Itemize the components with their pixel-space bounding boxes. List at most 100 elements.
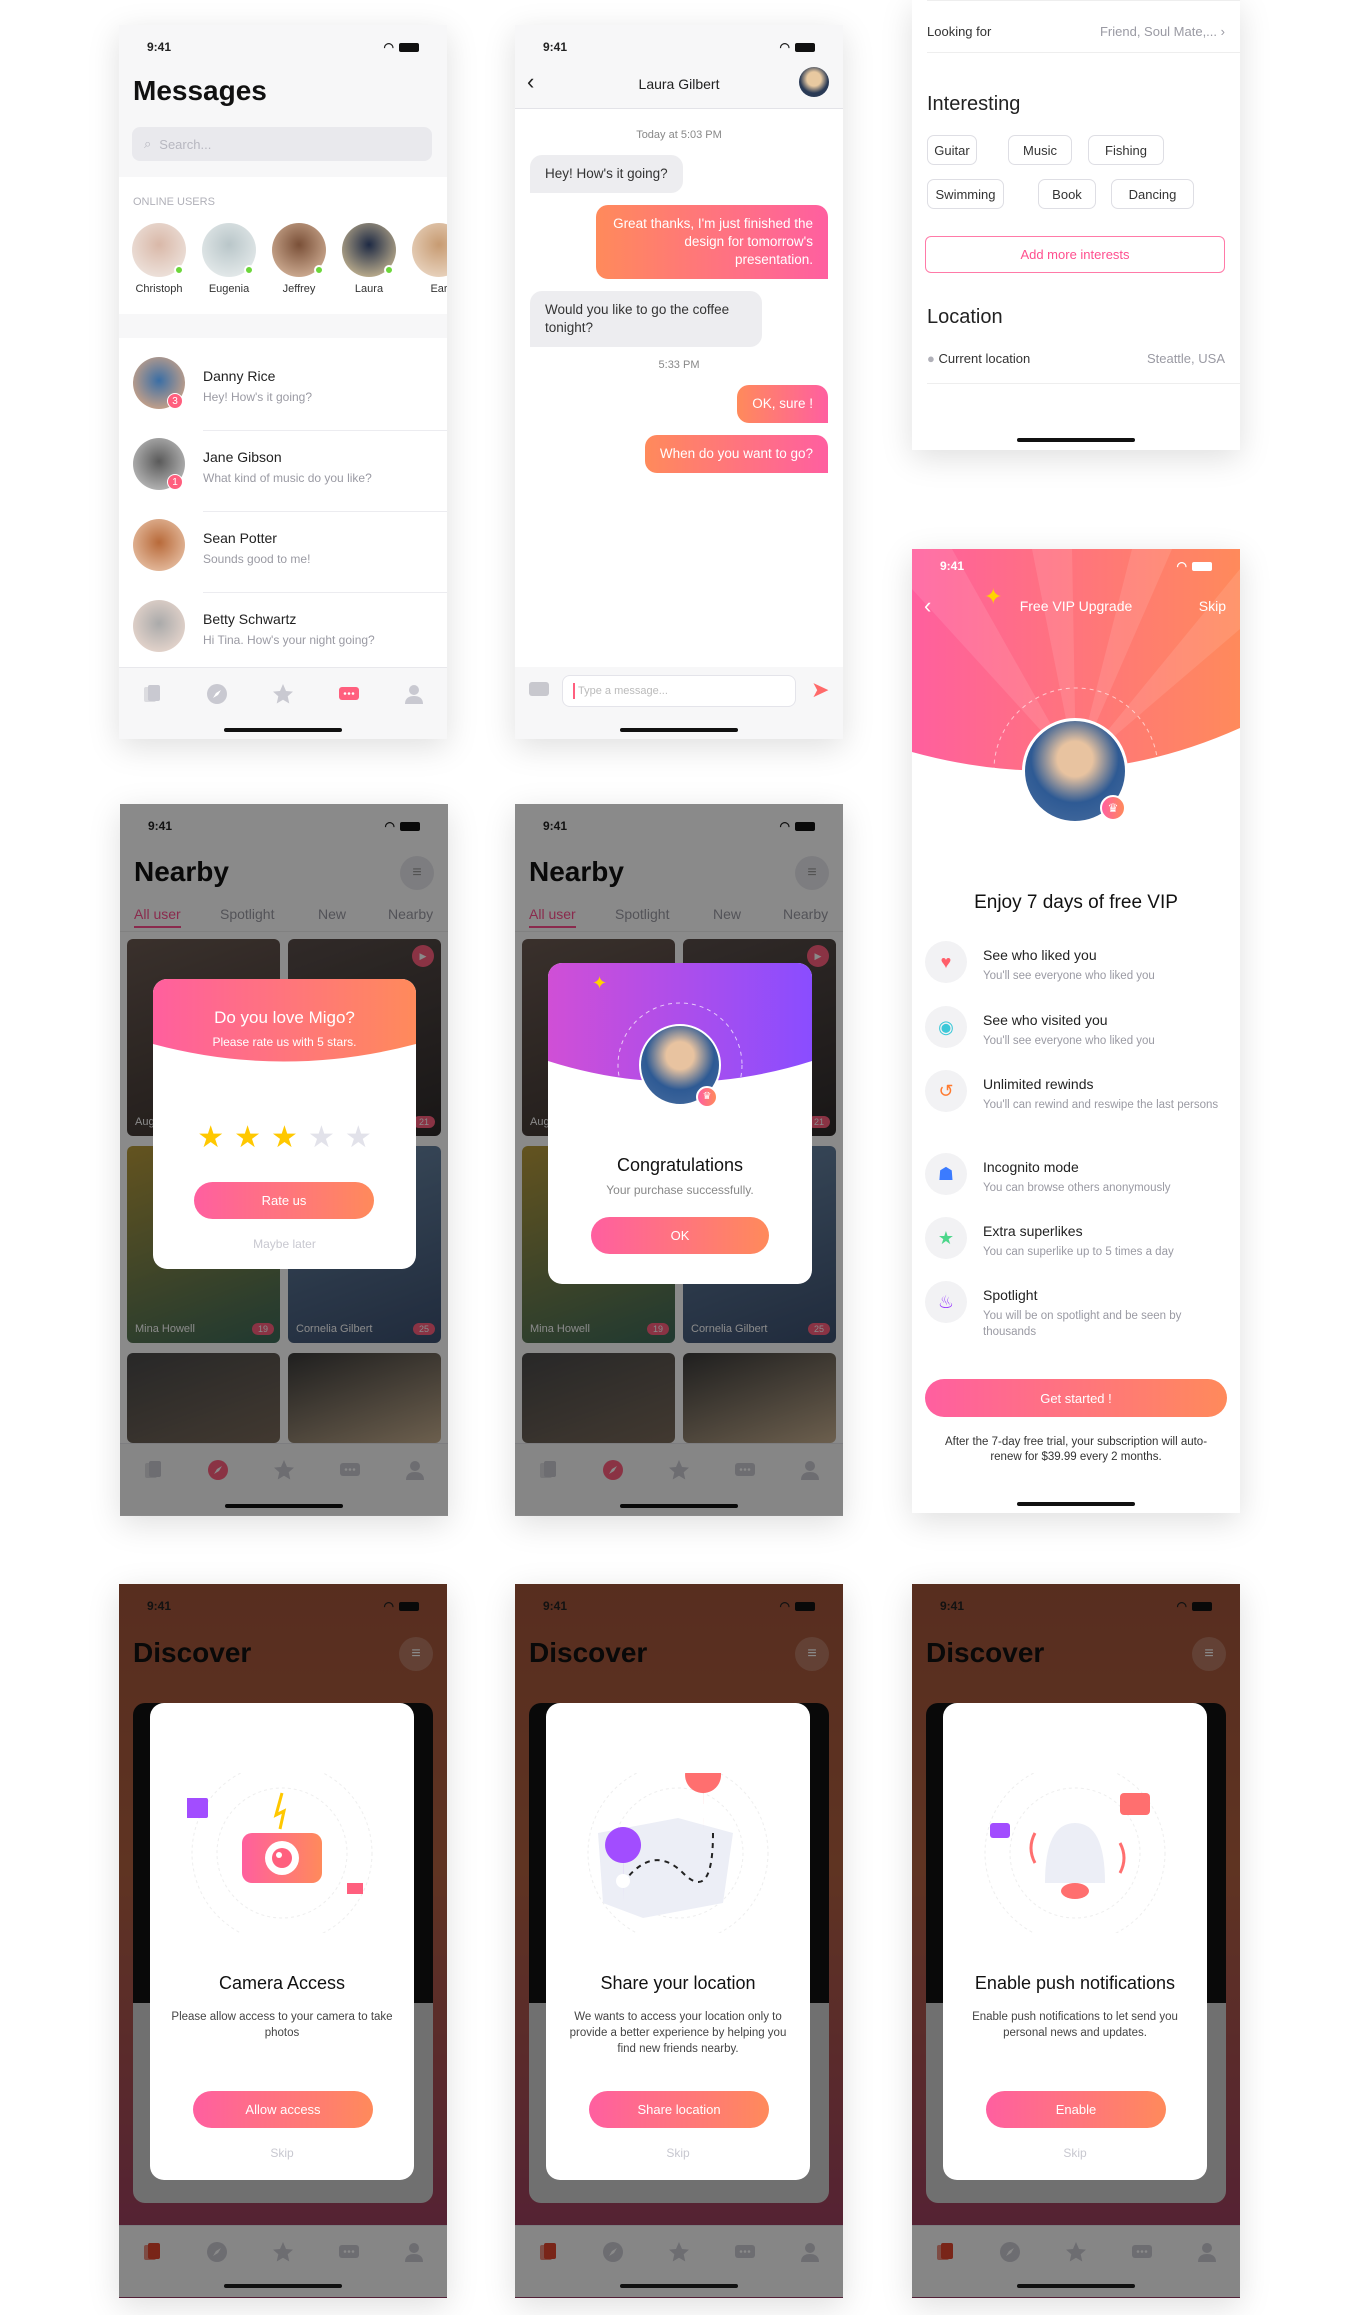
conversation-name: Jane Gibson xyxy=(203,449,282,465)
conversation-item[interactable]: Betty Schwartz Hi Tina. How's your night … xyxy=(119,593,447,674)
avatar xyxy=(133,519,185,571)
send-icon[interactable]: ➤ xyxy=(811,677,829,703)
home-indicator xyxy=(1017,2284,1135,2288)
interest-chip[interactable]: Music xyxy=(1008,135,1072,165)
message-input[interactable]: Type a message... xyxy=(562,675,796,707)
status-bar: 9:41 ◠ xyxy=(119,37,447,57)
tab-user-icon[interactable] xyxy=(402,682,426,706)
profile-screen: Looking for Friend, Soul Mate,... › Inte… xyxy=(912,0,1240,450)
status-time: 9:41 xyxy=(940,559,965,573)
maybe-later-button[interactable]: Maybe later xyxy=(153,1237,416,1251)
add-interests-button[interactable]: Add more interests xyxy=(925,236,1225,273)
conversation-item[interactable]: 1 Jane Gibson What kind of music do you li… xyxy=(119,431,447,512)
interest-chip[interactable]: Book xyxy=(1038,179,1096,209)
online-user[interactable]: Jeffrey xyxy=(264,223,334,295)
nearby-rate-screen: 9:41 ◠ Nearby ≡ All user Spotlight New Nearby Au… xyxy=(120,804,448,1516)
rate-title: Do you love Migo? xyxy=(214,1008,355,1027)
online-user[interactable]: Ear xyxy=(404,223,447,295)
search-input[interactable]: ⌕ Search... xyxy=(132,127,432,161)
conversation-item[interactable]: Sean Potter Sounds good to me! xyxy=(119,512,447,593)
rate-us-button[interactable]: Rate us xyxy=(194,1182,374,1219)
star-icon[interactable]: ★ xyxy=(234,1120,261,1155)
interest-chip[interactable]: Fishing xyxy=(1088,135,1164,165)
online-user-name: Laura xyxy=(354,283,384,295)
rate-subtitle: Please rate us with 5 stars. xyxy=(212,1035,357,1049)
avatar xyxy=(202,223,256,277)
search-icon: ⌕ xyxy=(144,136,152,151)
camera-permission-screen: 9:41 ◠ Discover ≡ Camera Access Please allow … xyxy=(119,1584,447,2298)
permission-description: We wants to access your location only to… xyxy=(569,2011,787,2055)
unread-badge: 1 xyxy=(167,474,183,490)
online-user[interactable]: Eugenia xyxy=(194,223,264,295)
star-icon[interactable]: ★ xyxy=(308,1120,335,1155)
conversation-name: Betty Schwartz xyxy=(203,611,297,627)
tab-chat-icon[interactable] xyxy=(337,682,361,706)
avatar xyxy=(272,223,326,277)
contact-avatar[interactable] xyxy=(799,67,829,97)
location-title: Location xyxy=(927,306,1003,328)
tab-cards-icon[interactable] xyxy=(140,682,164,706)
current-location-value: Steattle, USA xyxy=(1146,351,1225,366)
permission-allow-button[interactable]: Allow access xyxy=(193,2091,373,2128)
timestamp: Today at 5:03 PM xyxy=(636,129,722,141)
congrats-title: Congratulations xyxy=(616,1155,744,1175)
skip-button[interactable]: Skip xyxy=(943,2146,1207,2160)
feature-title: See who visited you xyxy=(983,1012,1108,1028)
star-rating[interactable]: ★ ★ ★ ★ ★ xyxy=(153,1120,416,1155)
feature-description: You can superlike up to 5 times a day xyxy=(983,1246,1174,1258)
feature-description: You'll see everyone who liked you xyxy=(983,1035,1155,1047)
online-user[interactable]: Christoph xyxy=(124,223,194,295)
nearby-congrats-screen: 9:41 ◠ Nearby ≡ All user Spotlight New Nearby Au… xyxy=(515,804,843,1516)
skip-button[interactable]: Skip xyxy=(546,2146,810,2160)
looking-for-row[interactable]: Friend, Soul Mate,... › xyxy=(1100,24,1225,39)
permission-description: Please allow access to your camera to ta… xyxy=(171,2011,393,2039)
star-icon[interactable]: ★ xyxy=(271,1120,298,1155)
current-location-row[interactable]: ● Current location xyxy=(927,351,1030,366)
permission-allow-button[interactable]: Enable xyxy=(986,2091,1166,2128)
star-icon[interactable]: ★ xyxy=(345,1120,372,1155)
online-user-name: Christoph xyxy=(135,283,183,295)
avatar xyxy=(132,223,186,277)
bell-illustration xyxy=(984,1773,1166,1933)
online-user-name: Eugenia xyxy=(208,283,250,295)
online-indicator xyxy=(384,265,394,275)
location-pin-icon: ● xyxy=(927,351,935,366)
skip-button[interactable]: Skip xyxy=(1199,598,1226,614)
permission-allow-button[interactable]: Share location xyxy=(589,2091,769,2128)
rewind-icon: ↺ xyxy=(925,1070,967,1112)
online-indicator xyxy=(174,265,184,275)
outgoing-message: When do you want to go? xyxy=(644,435,828,473)
incoming-message: Would you like to go the coffee tonight? xyxy=(530,291,762,347)
eye-icon: ◉ xyxy=(925,1006,967,1048)
star-icon[interactable]: ★ xyxy=(197,1120,224,1155)
interest-chip[interactable]: Swimming xyxy=(927,179,1004,209)
battery-icon xyxy=(399,42,419,52)
incoming-message: Hey! How's it going? xyxy=(530,155,683,193)
avatar xyxy=(412,223,447,277)
home-indicator xyxy=(224,2284,342,2288)
congrats-popup: ✦ ♛ Congratulations Your purchase succes… xyxy=(548,963,812,1284)
get-started-button[interactable]: Get started ! xyxy=(925,1379,1227,1417)
interest-chip[interactable]: Guitar xyxy=(927,135,977,165)
camera-illustration xyxy=(187,1773,373,1933)
congrats-subtitle: Your purchase successfully. xyxy=(606,1183,754,1197)
skip-button[interactable]: Skip xyxy=(150,2146,414,2160)
permission-title: Enable push notifications xyxy=(974,1973,1176,1993)
timestamp: 5:33 PM xyxy=(658,359,700,371)
vip-feature: ♨ Spotlight You will be on spotlight and b… xyxy=(912,1281,1240,1347)
online-indicator xyxy=(314,265,324,275)
tab-compass-icon[interactable] xyxy=(205,682,229,706)
chat-header: ‹ Laura Gilbert xyxy=(515,25,843,109)
interest-chip[interactable]: Dancing xyxy=(1111,179,1194,209)
vip-header-title: Free VIP Upgrade xyxy=(1019,598,1133,614)
tab-star-icon[interactable] xyxy=(271,682,295,706)
online-user[interactable]: Laura xyxy=(334,223,404,295)
rate-popup: Do you love Migo? Please rate us with 5 … xyxy=(153,979,416,1269)
looking-for-value: Friend, Soul Mate,... xyxy=(1099,24,1218,39)
ok-button[interactable]: OK xyxy=(591,1217,769,1254)
conversation-item[interactable]: 3 Danny Rice Hey! How's it going? xyxy=(119,350,447,431)
conversation-preview: Sounds good to me! xyxy=(203,552,311,566)
messages-screen: 9:41 ◠ Messages ⌕ Search... ONLINE USERS C… xyxy=(119,25,447,739)
page-title: Messages xyxy=(133,75,267,106)
camera-icon[interactable] xyxy=(529,682,549,696)
